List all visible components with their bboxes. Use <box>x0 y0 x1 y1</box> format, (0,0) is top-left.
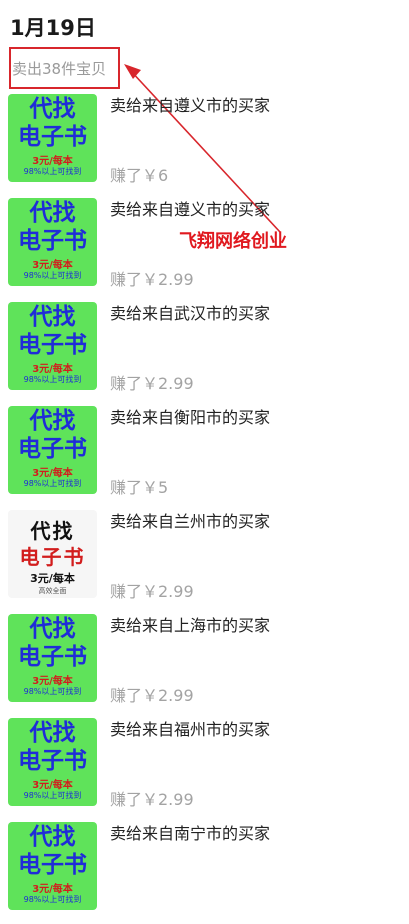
thumb-line: 3元/每本 <box>32 156 73 167</box>
thumb-line: 3元/每本 <box>32 260 73 271</box>
thumb-line: 98%以上可找到 <box>23 271 82 280</box>
thumb-line: 电子书 <box>18 332 87 358</box>
product-thumbnail: 代找 电子书 3元/每本 98%以上可找到 <box>8 198 97 286</box>
order-earnings: 赚了￥5 <box>110 478 169 497</box>
product-thumbnail: 代找 电子书 3元/每本 高效全面 <box>8 510 97 598</box>
order-title: 卖给来自南宁市的买家 <box>110 824 271 843</box>
product-thumbnail: 代找 电子书 3元/每本 98%以上可找到 <box>8 614 97 702</box>
order-title: 卖给来自遵义市的买家 <box>110 200 271 219</box>
order-title: 卖给来自福州市的买家 <box>110 720 271 739</box>
order-earnings: 赚了￥2.99 <box>110 582 194 601</box>
thumb-line: 3元/每本 <box>32 468 73 479</box>
thumb-line: 代找 <box>29 96 76 122</box>
thumb-line: 代找 <box>29 616 76 642</box>
product-thumbnail: 代找 电子书 3元/每本 98%以上可找到 <box>8 718 97 806</box>
thumb-line: 98%以上可找到 <box>23 167 82 176</box>
order-earnings: 赚了￥2.99 <box>110 686 194 705</box>
thumb-line: 电子书 <box>19 545 86 569</box>
thumb-line: 98%以上可找到 <box>23 895 82 904</box>
product-thumbnail: 代找 电子书 3元/每本 98%以上可找到 <box>8 406 97 494</box>
order-earnings: 赚了￥2.99 <box>110 270 194 289</box>
order-row[interactable]: 代找 电子书 3元/每本 98%以上可找到 卖给来自衡阳市的买家 赚了￥5 <box>0 404 409 508</box>
order-row[interactable]: 代找 电子书 3元/每本 98%以上可找到 卖给来自福州市的买家 赚了￥2.99 <box>0 716 409 820</box>
thumb-line: 98%以上可找到 <box>23 479 82 488</box>
product-thumbnail: 代找 电子书 3元/每本 98%以上可找到 <box>8 94 97 182</box>
order-row[interactable]: 代找 电子书 3元/每本 98%以上可找到 卖给来自武汉市的买家 赚了￥2.99 <box>0 300 409 404</box>
thumb-line: 3元/每本 <box>32 780 73 791</box>
order-row[interactable]: 代找 电子书 3元/每本 98%以上可找到 卖给来自上海市的买家 赚了￥2.99 <box>0 612 409 716</box>
thumb-line: 98%以上可找到 <box>23 791 82 800</box>
order-row[interactable]: 代找 电子书 3元/每本 高效全面 卖给来自兰州市的买家 赚了￥2.99 <box>0 508 409 612</box>
thumb-line: 高效全面 <box>38 587 67 595</box>
order-title: 卖给来自遵义市的买家 <box>110 96 271 115</box>
thumb-line: 电子书 <box>18 748 87 774</box>
order-earnings: 赚了￥2.99 <box>110 374 194 393</box>
order-title: 卖给来自衡阳市的买家 <box>110 408 271 427</box>
order-row[interactable]: 代找 电子书 3元/每本 98%以上可找到 卖给来自南宁市的买家 <box>0 820 409 924</box>
thumb-line: 98%以上可找到 <box>23 687 82 696</box>
order-title: 卖给来自兰州市的买家 <box>110 512 271 531</box>
thumb-line: 电子书 <box>18 124 87 150</box>
order-row[interactable]: 代找 电子书 3元/每本 98%以上可找到 卖给来自遵义市的买家 赚了￥2.99 <box>0 196 409 300</box>
thumb-line: 代找 <box>29 824 76 850</box>
thumb-line: 电子书 <box>18 644 87 670</box>
thumb-line: 代找 <box>29 720 76 746</box>
order-earnings: 赚了￥2.99 <box>110 790 194 809</box>
thumb-line: 电子书 <box>18 436 87 462</box>
thumb-line: 代找 <box>29 408 76 434</box>
order-earnings: 赚了￥6 <box>110 166 169 185</box>
thumb-line: 3元/每本 <box>32 676 73 687</box>
thumb-line: 电子书 <box>18 228 87 254</box>
thumb-line: 3元/每本 <box>32 884 73 895</box>
thumb-line: 3元/每本 <box>32 364 73 375</box>
thumb-line: 3元/每本 <box>30 572 75 585</box>
product-thumbnail: 代找 电子书 3元/每本 98%以上可找到 <box>8 302 97 390</box>
product-thumbnail: 代找 电子书 3元/每本 98%以上可找到 <box>8 822 97 910</box>
thumb-line: 代找 <box>29 304 76 330</box>
order-title: 卖给来自上海市的买家 <box>110 616 271 635</box>
thumb-line: 电子书 <box>18 852 87 878</box>
thumb-line: 代找 <box>29 200 76 226</box>
order-list: 代找 电子书 3元/每本 98%以上可找到 卖给来自遵义市的买家 赚了￥6 代找… <box>0 92 409 924</box>
order-title: 卖给来自武汉市的买家 <box>110 304 271 323</box>
thumb-line: 代找 <box>30 519 75 543</box>
thumb-line: 98%以上可找到 <box>23 375 82 384</box>
order-row[interactable]: 代找 电子书 3元/每本 98%以上可找到 卖给来自遵义市的买家 赚了￥6 <box>0 92 409 196</box>
